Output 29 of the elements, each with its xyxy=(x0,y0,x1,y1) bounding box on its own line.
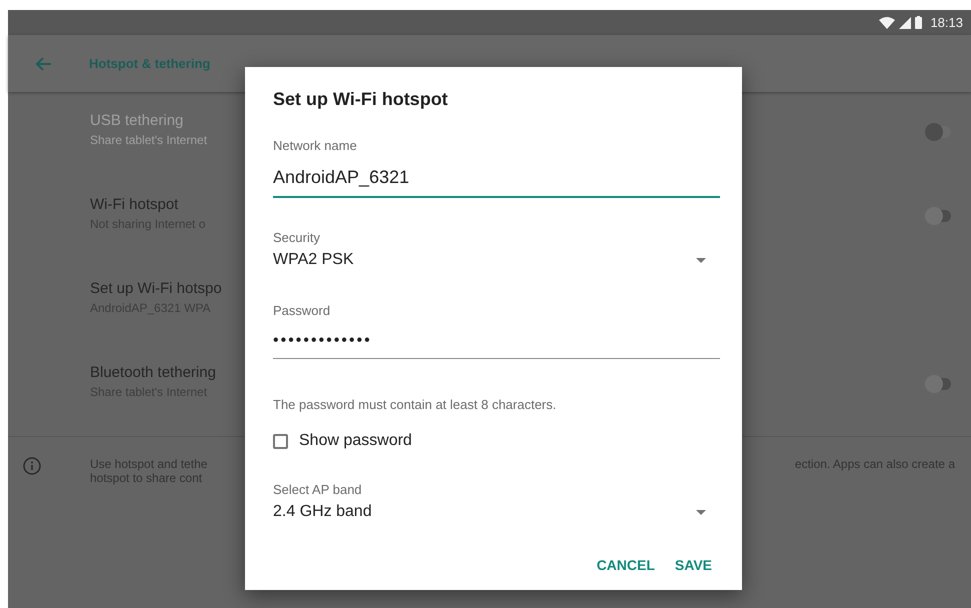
wifi-icon xyxy=(879,16,896,28)
dialog-title: Set up Wi-Fi hotspot xyxy=(273,89,449,110)
field-label: Select AP band xyxy=(273,482,363,497)
dropdown-caret-icon xyxy=(696,258,706,262)
battery-icon xyxy=(915,16,922,29)
cancel-button[interactable]: CANCEL xyxy=(588,549,663,581)
field-label: Password xyxy=(273,303,332,318)
toggle-switch[interactable] xyxy=(925,206,953,226)
save-button[interactable]: SAVE xyxy=(666,549,720,581)
password-field[interactable]: ••••••••••••• xyxy=(273,318,720,359)
back-arrow-icon[interactable] xyxy=(35,56,51,70)
setting-title[interactable]: Wi-Fi hotspot xyxy=(90,196,245,213)
field-label: Network name xyxy=(273,138,358,153)
security-dropdown[interactable]: WPA2 PSK xyxy=(273,245,720,273)
checkbox-label[interactable]: Show password xyxy=(299,432,412,450)
ap-band-dropdown[interactable]: 2.4 GHz band xyxy=(273,497,720,525)
dropdown-caret-icon xyxy=(696,510,706,514)
network-name-field[interactable]: AndroidAP_6321 xyxy=(273,153,720,198)
clock-time: 18:13 xyxy=(930,15,963,30)
signal-icon xyxy=(899,16,912,28)
field-label: Security xyxy=(273,230,321,245)
setting-summary: Share tablet's Internet xyxy=(90,133,208,147)
info-icon xyxy=(23,457,41,475)
checkbox[interactable] xyxy=(273,434,288,448)
toggle-switch[interactable] xyxy=(925,374,953,394)
setting-title[interactable]: Bluetooth tethering xyxy=(90,364,245,381)
screen-title: Hotspot & tethering xyxy=(89,56,210,71)
password-hint: The password must contain at least 8 characters. xyxy=(273,397,558,412)
setting-title[interactable]: Set up Wi-Fi hotspo xyxy=(90,280,245,297)
